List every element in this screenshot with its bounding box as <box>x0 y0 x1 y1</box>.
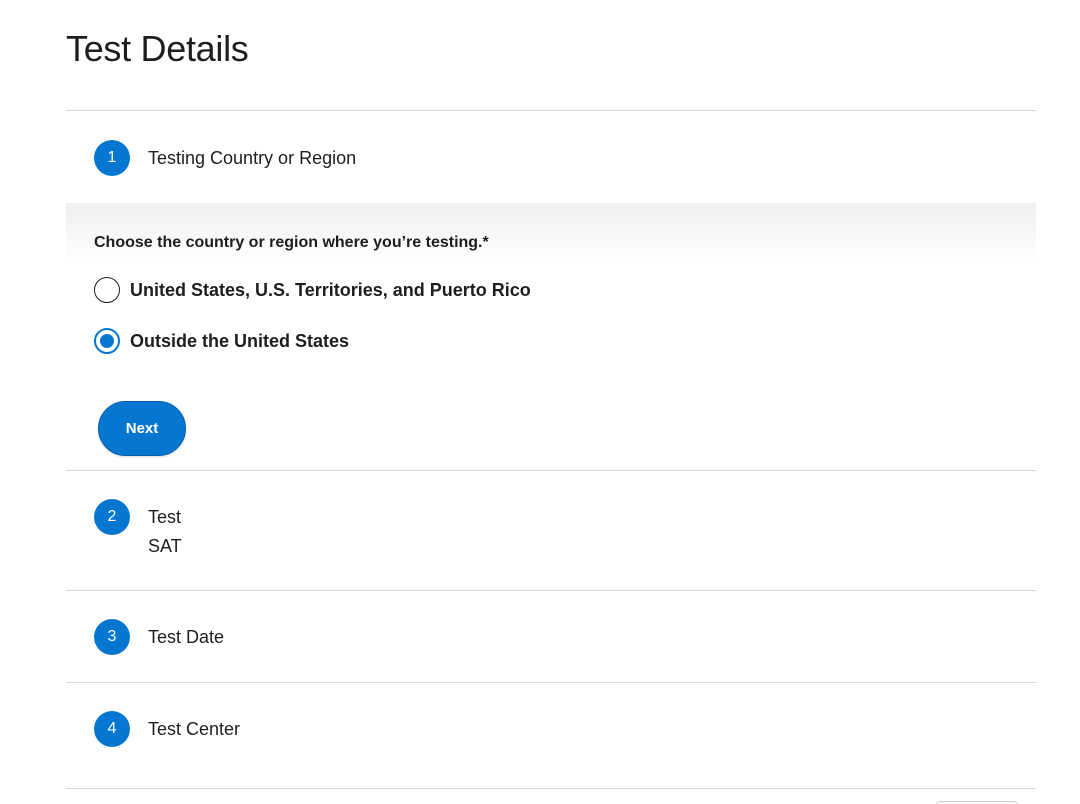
radio-option-united-states[interactable]: United States, U.S. Territories, and Pue… <box>94 277 531 303</box>
divider <box>66 788 1036 789</box>
step-2-header[interactable]: 2 Test SAT <box>94 499 182 557</box>
radio-option-outside-us[interactable]: Outside the United States <box>94 328 349 354</box>
page: Test Details 1 Testing Country or Region… <box>0 0 1080 804</box>
divider <box>66 682 1036 683</box>
step-label: Test <box>148 507 182 527</box>
page-title: Test Details <box>66 28 249 69</box>
step-3-header[interactable]: 3 Test Date <box>94 619 224 655</box>
radio-button-unchecked[interactable] <box>94 277 120 303</box>
step-label-container: Test SAT <box>148 499 182 557</box>
next-button[interactable]: Next <box>98 401 186 456</box>
step-number-badge: 4 <box>94 711 130 747</box>
divider <box>66 470 1036 471</box>
step-selected-value: SAT <box>148 536 182 556</box>
step-number-badge: 3 <box>94 619 130 655</box>
radio-option-label: Outside the United States <box>130 330 350 351</box>
step-number-badge: 2 <box>94 499 130 535</box>
step-label: Test Center <box>148 719 241 739</box>
divider <box>66 590 1036 591</box>
step-label: Test Date <box>148 627 225 647</box>
radio-option-label: United States, U.S. Territories, and Pue… <box>130 279 531 300</box>
step-4-header[interactable]: 4 Test Center <box>94 711 240 747</box>
step-label: Testing Country or Region <box>148 148 357 168</box>
divider <box>66 110 1036 111</box>
step-1-header[interactable]: 1 Testing Country or Region <box>94 140 356 176</box>
country-question-prompt: Choose the country or region where you’r… <box>94 234 489 251</box>
radio-button-checked[interactable] <box>94 328 120 354</box>
step-number-badge: 1 <box>94 140 130 176</box>
